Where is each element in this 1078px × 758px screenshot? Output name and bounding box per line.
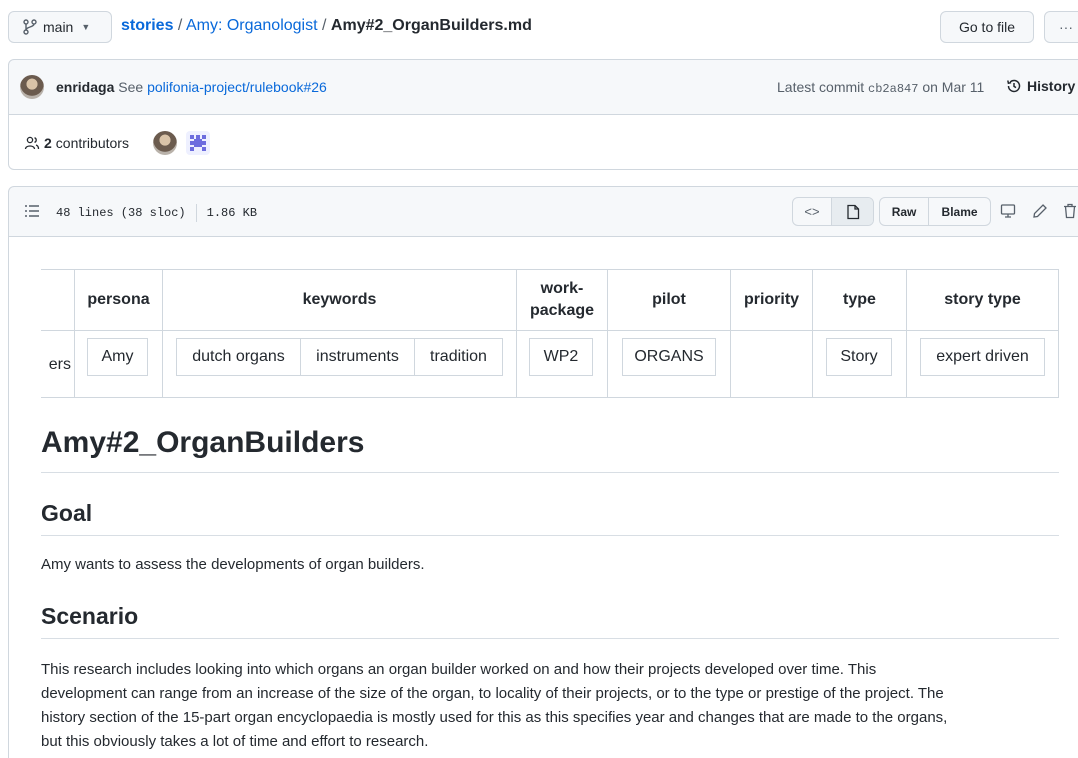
content-left-border	[8, 236, 9, 758]
file-lines: 48 lines (38 sloc)	[56, 206, 186, 220]
table-header-persona: persona	[87, 291, 150, 308]
raw-blame-group: Raw Blame	[879, 197, 991, 226]
latest-commit-label: Latest commit	[777, 79, 865, 95]
code-view-button[interactable]: <>	[793, 198, 833, 225]
doc-title: Amy#2_OrganBuilders	[41, 426, 365, 459]
contributors-label: contributors	[55, 135, 129, 151]
commit-message: enridaga See polifonia-project/rulebook#…	[56, 79, 327, 95]
history-label: History	[1027, 78, 1076, 94]
table-cell-persona: Amy	[87, 338, 148, 376]
contributors-summary[interactable]: 2 contributors	[24, 135, 129, 151]
table-cell-keyword: tradition	[414, 338, 503, 376]
outline-icon[interactable]	[24, 203, 40, 222]
breadcrumb-repo-link[interactable]: stories	[121, 17, 173, 34]
breadcrumb-file: Amy#2_OrganBuilders.md	[330, 17, 532, 34]
raw-button[interactable]: Raw	[880, 198, 930, 225]
identicon-icon	[190, 135, 206, 151]
table-header-priority: priority	[743, 291, 800, 308]
breadcrumb-folder-link[interactable]: Amy: Organologist	[186, 17, 318, 34]
commit-hash[interactable]: cb2a847	[868, 82, 918, 96]
scenario-text: This research includes looking into whic…	[41, 658, 947, 754]
table-cell-workpackage: WP2	[529, 338, 593, 376]
commit-issue-link[interactable]: polifonia-project/rulebook#26	[147, 79, 327, 95]
scenario-line: history section of the 15-part organ enc…	[41, 709, 948, 726]
table-header-story-type: story type	[944, 291, 1021, 308]
table-cell-partial: ers	[48, 356, 71, 373]
scenario-line: This research includes looking into whic…	[41, 661, 877, 678]
go-to-file-button[interactable]: Go to file	[940, 11, 1034, 43]
table-cell-keyword: dutch organs	[176, 338, 301, 376]
table-cell-story-type: expert driven	[920, 338, 1045, 376]
desktop-icon[interactable]	[999, 202, 1017, 220]
branch-icon	[23, 19, 37, 35]
goal-text: Amy wants to assess the developments of …	[41, 556, 425, 573]
contributor-avatar[interactable]	[186, 131, 210, 155]
table-header-workpackage: work- package	[517, 270, 607, 330]
goal-heading: Goal	[41, 500, 93, 526]
file-info: 48 lines (38 sloc) 1.86 KB	[56, 204, 257, 222]
commit-date: on Mar 11	[922, 79, 985, 95]
table-cell-keyword: instruments	[300, 338, 415, 376]
blame-button[interactable]: Blame	[929, 198, 990, 225]
preview-view-button[interactable]	[832, 198, 873, 225]
file-size: 1.86 KB	[206, 206, 258, 220]
avatar[interactable]	[20, 75, 44, 99]
table-cell-pilot: ORGANS	[622, 338, 716, 376]
commit-message-prefix: See	[118, 79, 144, 95]
breadcrumb-separator: /	[322, 17, 327, 34]
workpackage-line-1: work-	[540, 280, 584, 297]
table-header-pilot: pilot	[652, 291, 686, 308]
table-cell-type: Story	[826, 338, 892, 376]
contributors-count: 2	[44, 135, 52, 151]
branch-label: main	[43, 19, 74, 35]
pencil-icon[interactable]	[1031, 202, 1049, 220]
history-icon	[1006, 78, 1022, 94]
view-toggle: <>	[792, 197, 874, 226]
code-icon: <>	[804, 204, 820, 219]
table-header-keywords: keywords	[302, 291, 377, 308]
commit-author[interactable]: enridaga	[56, 79, 114, 95]
file-icon	[846, 204, 859, 219]
chevron-down-icon: ▼	[81, 22, 91, 32]
latest-commit: Latest commit cb2a847 on Mar 11	[777, 79, 984, 96]
scenario-line: but this obviously takes a lot of time a…	[41, 733, 429, 750]
branch-selector[interactable]: main ▼	[8, 11, 112, 43]
scenario-line: development can range from an increase o…	[41, 685, 944, 702]
trash-icon[interactable]	[1062, 202, 1078, 220]
contributor-avatar[interactable]	[153, 131, 177, 155]
table-header-type: type	[843, 291, 876, 308]
scenario-heading: Scenario	[41, 603, 139, 629]
workpackage-line-2: package	[529, 302, 595, 319]
history-link[interactable]: History	[1006, 78, 1075, 94]
breadcrumb: stories / Amy: Organologist / Amy#2_Orga…	[121, 17, 532, 35]
breadcrumb-separator: /	[177, 17, 183, 34]
more-options-button[interactable]: ···	[1044, 11, 1078, 43]
people-icon	[24, 135, 40, 151]
